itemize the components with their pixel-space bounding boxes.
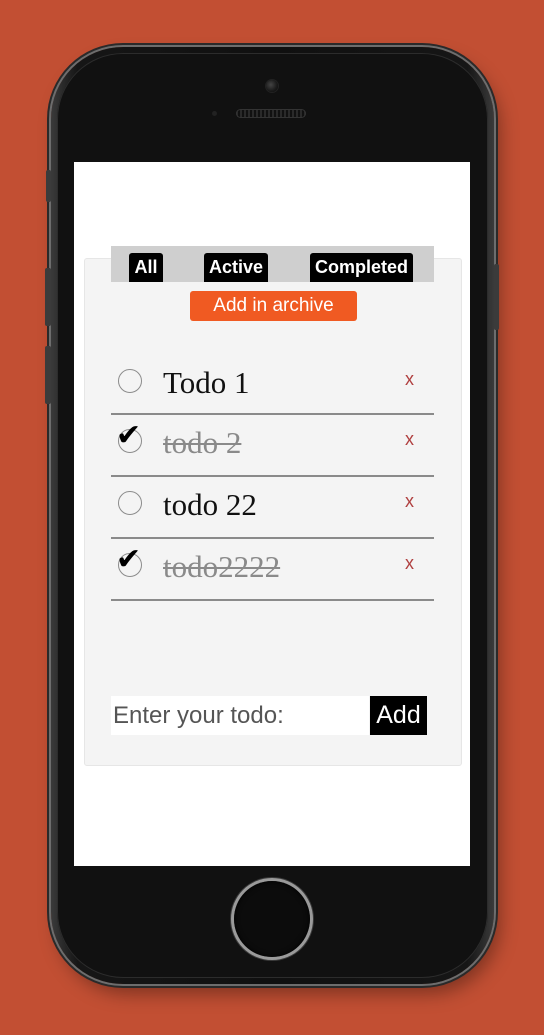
power-button [494,264,499,330]
todo-item: ✔ todo2222 x [111,539,434,601]
filter-bar: All Active Completed [111,246,434,282]
todo-text: todo 22 [163,487,257,522]
empty-circle-icon[interactable] [118,491,142,515]
add-in-archive-button[interactable]: Add in archive [190,291,357,321]
filter-active-button[interactable]: Active [204,253,268,282]
add-todo-form: Add [111,696,427,735]
proximity-sensor [212,111,217,116]
check-mark-icon: ✔ [116,418,142,453]
add-todo-button[interactable]: Add [370,696,427,735]
todo-list: Todo 1 x ✔ todo 2 x todo 22 x ✔ todo2222… [111,355,434,601]
todo-item: todo 22 x [111,477,434,539]
todo-item: ✔ todo 2 x [111,415,434,477]
filter-all-button[interactable]: All [129,253,163,282]
check-mark-icon: ✔ [116,542,142,577]
home-button [234,881,310,957]
todo-text: todo2222 [163,549,281,584]
mute-switch [46,170,51,202]
delete-todo-button[interactable]: x [405,491,414,512]
todo-text: Todo 1 [163,365,250,400]
volume-down-button [45,346,51,404]
earpiece-speaker [236,109,306,118]
delete-todo-button[interactable]: x [405,369,414,390]
todo-input[interactable] [111,696,369,735]
empty-circle-icon[interactable] [118,369,142,393]
volume-up-button [45,268,51,326]
todo-item: Todo 1 x [111,355,434,415]
front-camera [266,80,278,92]
delete-todo-button[interactable]: x [405,553,414,574]
phone-screen: All Active Completed Add in archive Todo… [74,162,470,866]
filter-completed-button[interactable]: Completed [310,253,413,282]
delete-todo-button[interactable]: x [405,429,414,450]
todo-text: todo 2 [163,425,242,460]
